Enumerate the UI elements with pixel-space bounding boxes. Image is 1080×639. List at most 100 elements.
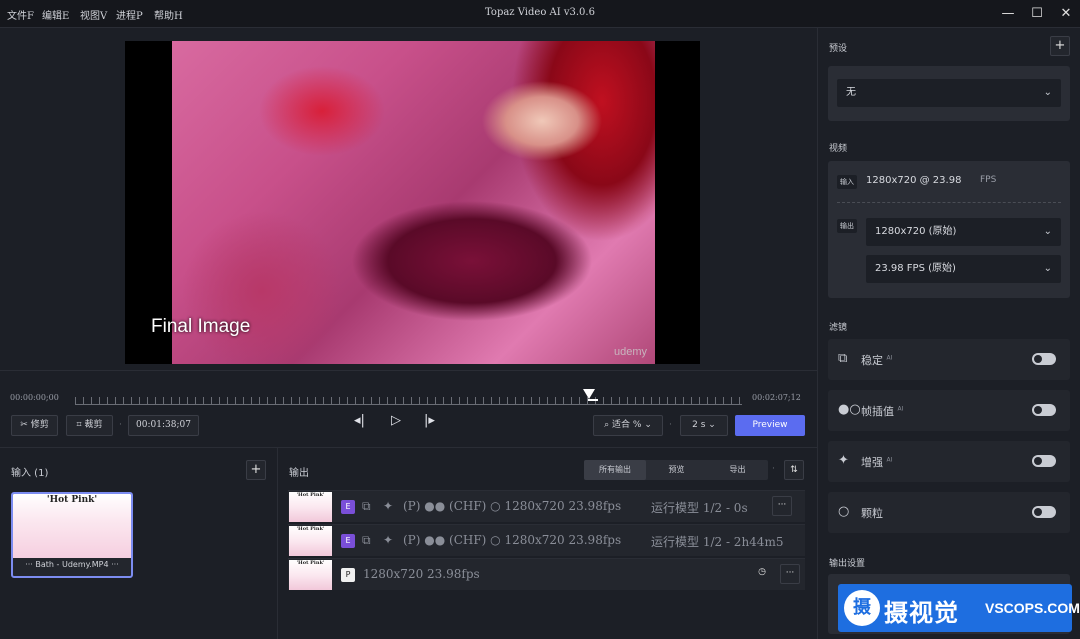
clip-menu-icon[interactable]: ··· <box>25 560 33 569</box>
row-tag: E <box>341 534 355 548</box>
video-card: 输入 1280x720 @ 23.98 FPS 输出 1280x720 (原始)… <box>828 161 1070 298</box>
preset-select[interactable]: 无 ⌄ <box>837 79 1061 107</box>
site-watermark: 摄 摄视觉 VSCOPS.COM <box>838 584 1080 632</box>
filter-stabilize: ⧉ 稳定 AI <box>828 339 1070 380</box>
frame-interpolation-toggle[interactable] <box>1032 404 1056 416</box>
add-input-button[interactable]: + <box>246 460 266 480</box>
input-pane: 输入 (1) + 'Hot Pink' ··· Bath - Udemy.MP4… <box>0 448 278 639</box>
filter-enhance: ✦ 增强 AI <box>828 441 1070 482</box>
trim-button[interactable]: ✂ 修剪 <box>11 415 58 436</box>
timeline: 00:00:00;00 00:02:07;12 ✂ 修剪 ⌗ 裁剪 · 00:0… <box>0 370 817 448</box>
playhead-marker <box>587 399 598 401</box>
clip-more-icon[interactable]: ··· <box>111 560 119 569</box>
timer-icon[interactable]: ◷ <box>752 564 772 584</box>
row-more-button[interactable]: ··· <box>780 564 800 584</box>
divider <box>837 202 1061 203</box>
chevron-down-icon: ⌄ <box>1043 226 1052 237</box>
preset-title: 预设 <box>829 44 848 54</box>
input-clip-card[interactable]: 'Hot Pink' ··· Bath - Udemy.MP4 ··· <box>11 492 133 578</box>
camera-logo-icon: 摄 <box>844 590 880 626</box>
output-thumbnail: 'Hot Pink' <box>289 492 332 522</box>
watermark-text: 摄视觉 <box>884 599 959 627</box>
settings-panel: 预设 + 无 ⌄ 视频 输入 1280x720 @ 23.98 FPS 输出 1… <box>817 28 1080 639</box>
separator-dot: · <box>119 420 122 430</box>
menu-process[interactable]: 进程P <box>116 7 143 22</box>
speed-select[interactable]: 2 s ⌄ <box>680 415 728 436</box>
tab-preview[interactable]: 预览 <box>646 460 707 480</box>
separator-dot: · <box>772 464 775 474</box>
output-row[interactable]: 'Hot Pink' E ⧉ ✦ (P) ●● (CHF) ○ 1280x720… <box>288 524 805 556</box>
row-status: 运行模型 1/2 - 2h44m5 <box>651 535 784 549</box>
chevron-down-icon: ⌄ <box>708 420 716 430</box>
output-thumbnail: 'Hot Pink' <box>289 560 332 590</box>
row-tag: P <box>341 568 355 582</box>
sparkle-icon: ✦ <box>383 499 394 513</box>
chevron-down-icon: ⌄ <box>1043 263 1052 274</box>
add-preset-button[interactable]: + <box>1050 36 1070 56</box>
menu-file[interactable]: 文件F <box>7 7 34 22</box>
timeline-ruler[interactable] <box>75 397 742 405</box>
menu-edit[interactable]: 编辑E <box>42 7 69 22</box>
grain-icon: ○ <box>838 504 850 519</box>
output-resolution-select[interactable]: 1280x720 (原始) ⌄ <box>866 218 1061 246</box>
preview-viewer: udemy Final Image <box>0 28 817 370</box>
final-image-label: Final Image <box>151 316 251 337</box>
zoom-select[interactable]: ⌕ 适合 % ⌄ <box>593 415 663 436</box>
input-resolution: 1280x720 @ 23.98 <box>866 175 962 186</box>
chevron-down-icon: ⌄ <box>644 420 652 430</box>
output-title: 输出 <box>289 468 309 479</box>
magnifier-icon: ⌕ <box>604 420 610 430</box>
output-row[interactable]: 'Hot Pink' E ⧉ ✦ (P) ●● (CHF) ○ 1280x720… <box>288 490 805 522</box>
stabilize-toggle[interactable] <box>1032 353 1056 365</box>
enhance-toggle[interactable] <box>1032 455 1056 467</box>
tab-all-outputs[interactable]: 所有输出 <box>584 460 646 480</box>
filter-frame-interpolation: ●○ 帧插值 AI <box>828 390 1070 431</box>
separator-dot: · <box>669 420 672 430</box>
sparkle-icon: ✦ <box>383 533 394 547</box>
preset-card: 无 ⌄ <box>828 66 1070 121</box>
timeline-end-time: 00:02:07;12 <box>752 393 801 402</box>
stabilize-icon: ⧉ <box>362 499 371 513</box>
chevron-down-icon: ⌄ <box>1043 87 1052 98</box>
timeline-start-time: 00:00:00;00 <box>10 393 59 402</box>
sparkle-icon: ✦ <box>838 453 849 468</box>
play-icon[interactable]: ▷ <box>391 413 401 428</box>
minimize-icon[interactable]: — <box>996 4 1020 24</box>
filter-grain: ○ 颗粒 <box>828 492 1070 533</box>
maximize-icon[interactable]: ☐ <box>1025 4 1049 24</box>
video-frame: udemy Final Image <box>125 41 700 364</box>
title-bar: 文件F 编辑E 视图V 进程P 帮助H Topaz Video AI v3.0.… <box>0 0 1080 28</box>
output-fps-select[interactable]: 23.98 FPS (原始) ⌄ <box>866 255 1061 283</box>
row-tag: E <box>341 500 355 514</box>
filters-title: 滤镜 <box>829 323 848 333</box>
stabilize-icon: ⧉ <box>838 351 848 366</box>
video-title: 视频 <box>829 144 848 154</box>
sort-button[interactable]: ⇅ <box>784 460 804 480</box>
output-pane: 输出 所有输出 预览 导出 · ⇅ 'Hot Pink' E ⧉ ✦ (P) ●… <box>279 448 817 639</box>
output-thumbnail: 'Hot Pink' <box>289 526 332 556</box>
menu-help[interactable]: 帮助H <box>154 7 183 22</box>
row-more-button[interactable]: ··· <box>772 496 792 516</box>
menu-view[interactable]: 视图V <box>80 7 107 22</box>
udemy-watermark: udemy <box>613 346 647 358</box>
current-time-field[interactable]: 00:01:38;07 <box>128 415 199 436</box>
scissors-icon: ✂ <box>20 420 28 430</box>
frame-interpolation-icon: ●○ <box>838 402 861 417</box>
row-settings: 1280x720 23.98fps <box>363 567 480 581</box>
stabilize-icon: ⧉ <box>362 533 371 547</box>
row-settings: (P) ●● (CHF) ○ 1280x720 23.98fps <box>403 533 622 547</box>
grain-toggle[interactable] <box>1032 506 1056 518</box>
input-title: 输入 (1) <box>11 468 49 479</box>
clip-filename: Bath - Udemy.MP4 <box>35 560 109 569</box>
playhead-handle[interactable] <box>582 389 595 399</box>
step-forward-icon[interactable]: |▸ <box>424 413 435 428</box>
clip-thumbnail: 'Hot Pink' <box>13 494 131 558</box>
output-row[interactable]: 'Hot Pink' P 1280x720 23.98fps ◷ ··· <box>288 558 805 590</box>
preview-button[interactable]: Preview <box>735 415 805 436</box>
output-tabs: 所有输出 预览 导出 <box>584 460 768 480</box>
close-icon[interactable]: ✕ <box>1054 4 1078 24</box>
crop-button[interactable]: ⌗ 裁剪 <box>66 415 113 436</box>
crop-icon: ⌗ <box>76 420 82 430</box>
tab-export[interactable]: 导出 <box>707 460 768 480</box>
step-back-icon[interactable]: ◂| <box>354 413 365 428</box>
